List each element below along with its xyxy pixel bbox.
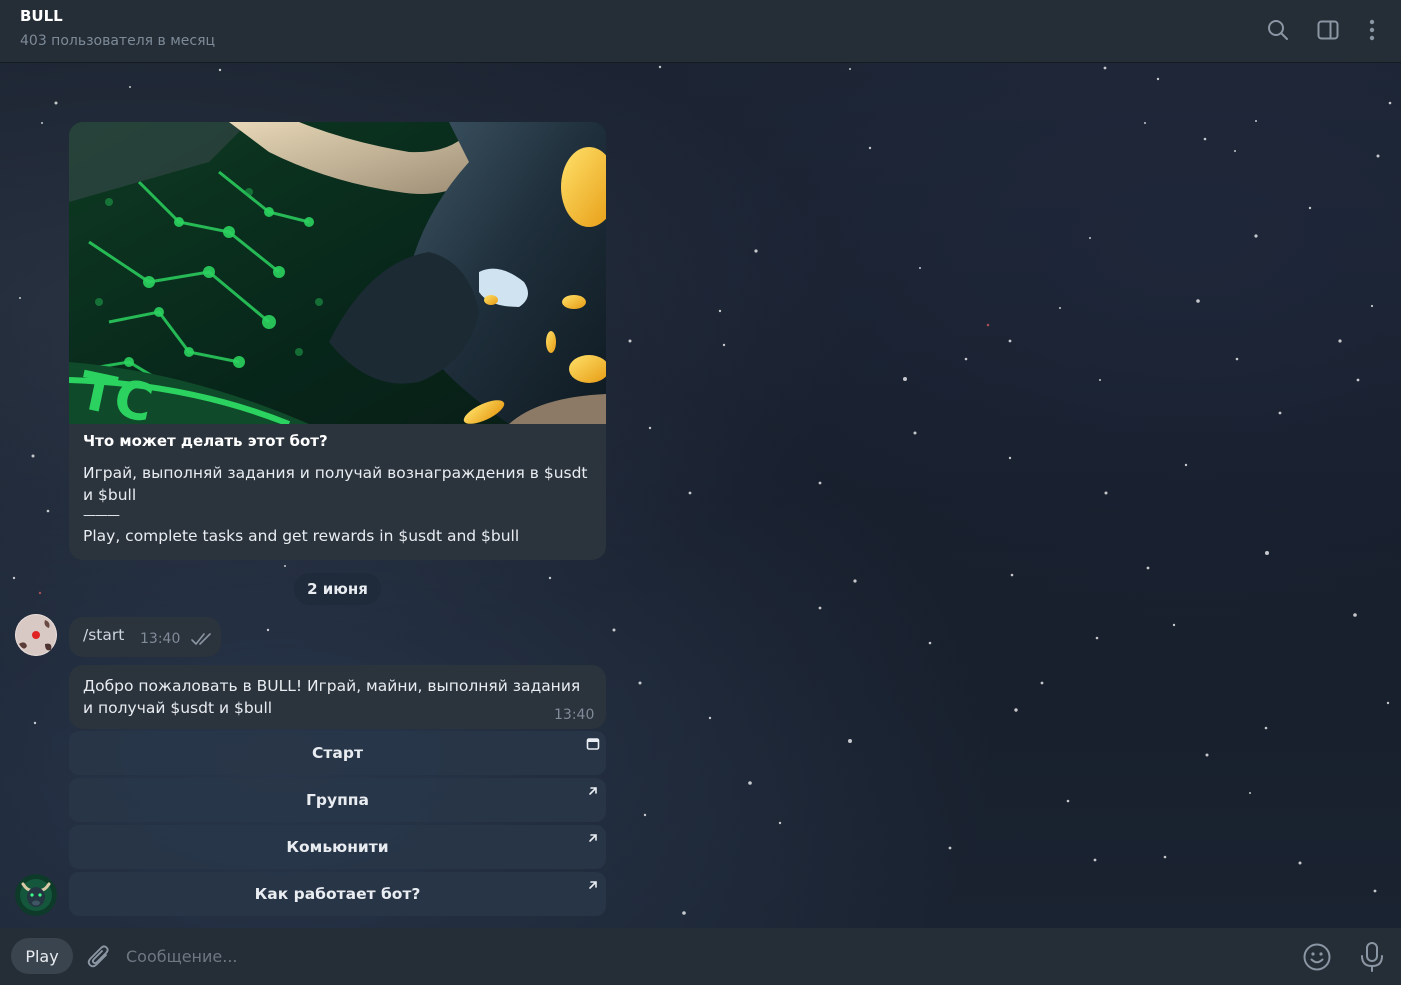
button-label: Группа xyxy=(306,791,369,809)
button-label: Как работает бот? xyxy=(254,885,421,903)
microphone-icon[interactable] xyxy=(1359,941,1385,973)
attach-icon[interactable] xyxy=(86,943,112,971)
message-text: /start xyxy=(83,626,125,644)
bot-menu-button[interactable]: Play xyxy=(11,938,73,974)
chat-title[interactable]: BULL xyxy=(20,7,63,25)
community-button[interactable]: Комьюнити xyxy=(69,825,606,869)
group-button[interactable]: Группа xyxy=(69,778,606,822)
start-button[interactable]: Старт xyxy=(69,731,606,775)
telegram-chat-window: BULL 403 пользователя в месяц TC Что мож… xyxy=(0,0,1401,985)
message-text: Добро пожаловать в BULL! Играй, майни, в… xyxy=(83,677,581,717)
message-composer: Play xyxy=(0,928,1401,985)
web-app-icon xyxy=(586,738,600,750)
button-label: Комьюнити xyxy=(286,838,389,856)
date-divider[interactable]: 2 июня xyxy=(294,573,381,605)
chat-subtitle: 403 пользователя в месяц xyxy=(20,33,216,49)
user-avatar[interactable] xyxy=(15,614,57,656)
emoji-icon[interactable] xyxy=(1302,942,1332,972)
outgoing-message[interactable]: /start 13:40 xyxy=(69,617,221,657)
double-check-icon xyxy=(191,633,211,645)
message-list[interactable]: TC Что может делать этот бот? Играй, вып… xyxy=(0,63,1401,928)
more-vertical-icon[interactable] xyxy=(1360,18,1384,42)
how-it-works-button[interactable]: Как работает бот? xyxy=(69,872,606,916)
bot-description-ru: Играй, выполняй задания и получай вознаг… xyxy=(83,464,588,504)
external-link-icon xyxy=(589,834,597,842)
bot-info-card: TC Что может делать этот бот? Играй, вып… xyxy=(69,122,606,560)
bot-cover-image: TC xyxy=(69,122,606,424)
search-icon[interactable] xyxy=(1266,18,1290,42)
bot-avatar[interactable] xyxy=(15,874,57,916)
chat-header[interactable]: BULL 403 пользователя в месяц xyxy=(0,0,1401,63)
message-time: 13:40 xyxy=(554,707,595,723)
incoming-message[interactable]: Добро пожаловать в BULL! Играй, майни, в… xyxy=(69,665,606,729)
message-input[interactable] xyxy=(126,939,1276,973)
bot-description-en: Play, complete tasks and get rewards in … xyxy=(83,527,520,545)
bot-info-title: Что может делать этот бот? xyxy=(83,432,328,450)
button-label: Старт xyxy=(312,744,363,762)
bot-description-separator: ——— xyxy=(83,508,120,523)
message-time: 13:40 xyxy=(140,631,181,647)
external-link-icon xyxy=(589,881,597,889)
sidebar-toggle-icon[interactable] xyxy=(1316,18,1340,42)
external-link-icon xyxy=(589,787,597,795)
